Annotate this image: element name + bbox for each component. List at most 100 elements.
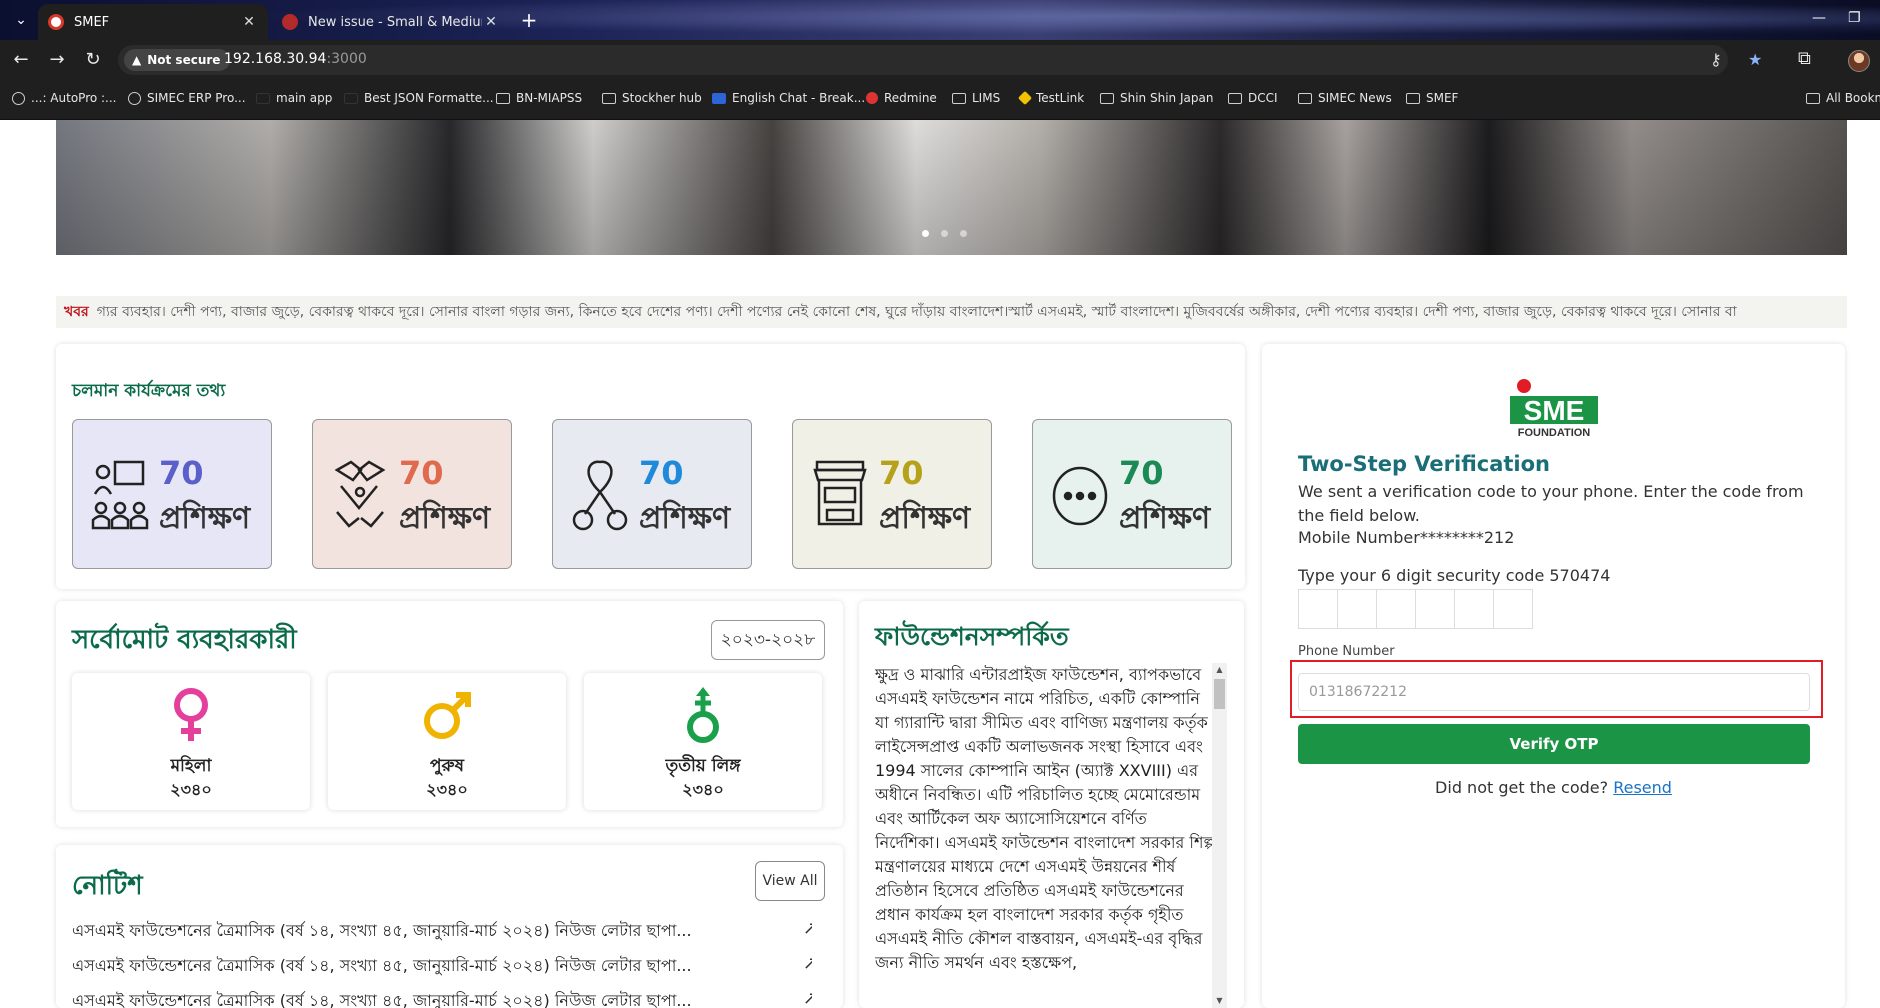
otp-digit-input[interactable] xyxy=(1493,589,1533,629)
news-ticker: খবর গ্যর ব্যবহার। দেশী পণ্য, বাজার জুড়ে… xyxy=(56,296,1847,328)
bookmark-folder[interactable]: SMEF xyxy=(1406,91,1458,105)
view-all-button[interactable]: View All xyxy=(755,861,825,901)
bookmark-item[interactable]: ...: AutoPro :... xyxy=(12,91,117,105)
close-tab-icon[interactable]: ✕ xyxy=(240,14,258,30)
bookmark-item[interactable]: SIMEC ERP Pro... xyxy=(128,91,246,105)
bookmark-item[interactable]: English Chat - Break... xyxy=(712,91,865,105)
new-tab-button[interactable]: + xyxy=(516,8,542,34)
program-tile[interactable]: 70 প্রশিক্ষণ xyxy=(1032,419,1232,569)
program-tile[interactable]: 70 প্রশিক্ষণ xyxy=(72,419,272,569)
url-port: :3000 xyxy=(326,51,367,67)
otp-digit-input[interactable] xyxy=(1454,589,1494,629)
tab-title: New issue - Small & Medium E xyxy=(308,14,482,30)
folder-icon xyxy=(1228,92,1242,104)
resend-link[interactable]: Resend xyxy=(1613,778,1672,797)
external-link-icon[interactable]: ↗ xyxy=(803,988,812,1008)
masked-mobile-number: Mobile Number********212 xyxy=(1298,528,1515,547)
carousel-indicators xyxy=(922,230,967,237)
user-stat-third-gender: তৃতীয় লিঙ্গ ২৩৪০ xyxy=(584,673,822,810)
security-chip[interactable]: ▲ Not secure xyxy=(124,49,231,71)
close-tab-icon[interactable]: ✕ xyxy=(482,14,500,30)
logo-text: SME xyxy=(1524,395,1585,426)
folder-icon xyxy=(1406,92,1420,104)
notice-card: নোটিশ View All এসএমই ফাউন্ডেশনের ত্রৈমাস… xyxy=(56,845,843,1008)
page-icon xyxy=(344,92,358,104)
carousel-dot[interactable] xyxy=(941,230,948,237)
shop-icon xyxy=(813,460,867,526)
program-label: প্রশিক্ষণ xyxy=(639,501,731,536)
bookmark-item[interactable]: Redmine xyxy=(866,91,937,105)
notice-item[interactable]: এসএমই ফাউন্ডেশনের ত্রৈমাসিক (বর্ষ ১৪, সং… xyxy=(72,918,812,945)
carousel-dot[interactable] xyxy=(960,230,967,237)
profile-avatar[interactable] xyxy=(1848,50,1870,72)
user-stat-count: ২৩৪০ xyxy=(426,780,468,799)
back-icon[interactable]: ← xyxy=(8,48,34,72)
tab-smef[interactable]: SMEF ✕ xyxy=(38,4,268,40)
tab-new-issue[interactable]: New issue - Small & Medium E ✕ xyxy=(272,4,510,40)
notice-item[interactable]: এসএমই ফাউন্ডেশনের ত্রৈমাসিক (বর্ষ ১৪, সং… xyxy=(72,988,812,1008)
restore-icon[interactable]: ❐ xyxy=(1848,10,1861,26)
bookmark-folder[interactable]: Stockher hub xyxy=(602,91,702,105)
training-people-icon xyxy=(91,460,149,530)
scroll-up-icon[interactable]: ▲ xyxy=(1212,663,1227,677)
bookmark-item[interactable]: Best JSON Formatte... xyxy=(344,91,494,105)
warning-icon: ▲ xyxy=(132,53,142,67)
verify-otp-button[interactable]: Verify OTP xyxy=(1298,724,1810,764)
about-scrollbar[interactable]: ▲ ▼ xyxy=(1212,663,1227,1008)
bookmark-folder[interactable]: DCCI xyxy=(1228,91,1278,105)
otp-digit-input[interactable] xyxy=(1376,589,1416,629)
year-range-badge[interactable]: ২০২৩-২০২৮ xyxy=(711,620,825,660)
user-stat-count: ২৩৪০ xyxy=(682,780,724,799)
bookmark-folder[interactable]: SIMEC News xyxy=(1298,91,1392,105)
user-stat-male: পুরুষ ২৩৪০ xyxy=(328,673,566,810)
otp-digit-input[interactable] xyxy=(1337,589,1377,629)
external-link-icon[interactable]: ↗ xyxy=(803,918,812,939)
program-label: প্রশিক্ষণ xyxy=(879,501,971,536)
tab-title: SMEF xyxy=(74,14,110,30)
otp-digit-input[interactable] xyxy=(1298,589,1338,629)
bookmark-item[interactable]: main app xyxy=(256,91,332,105)
address-bar[interactable]: ▲ Not secure 192.168.30.94:3000 ⚷ ★ xyxy=(118,45,1762,75)
external-link-icon[interactable]: ↗ xyxy=(803,953,812,974)
program-tile[interactable]: 70 প্রশিক্ষণ xyxy=(792,419,992,569)
ticker-label: খবর xyxy=(56,300,97,324)
carousel-dot[interactable] xyxy=(922,230,929,237)
minimize-icon[interactable]: — xyxy=(1812,10,1826,26)
program-count: 70 xyxy=(1119,454,1164,492)
bookmark-folder[interactable]: All Bookm xyxy=(1806,91,1880,105)
english-chat-icon xyxy=(712,92,726,104)
otp-digit-input[interactable] xyxy=(1415,589,1455,629)
bookmark-item[interactable]: TestLink xyxy=(1017,90,1084,106)
otp-title: Two-Step Verification xyxy=(1298,452,1551,476)
users-title: সর্বোমোট ব্যবহারকারী xyxy=(72,625,297,655)
program-tile[interactable]: 70 প্রশিক্ষণ xyxy=(312,419,512,569)
reload-icon[interactable]: ↻ xyxy=(80,48,106,72)
program-tile[interactable]: 70 প্রশিক্ষণ xyxy=(552,419,752,569)
bookmark-folder[interactable]: Shin Shin Japan xyxy=(1100,91,1213,105)
bookmark-folder[interactable]: LIMS xyxy=(952,91,1000,105)
notice-text: এসএমই ফাউন্ডেশনের ত্রৈমাসিক (বর্ষ ১৪, সং… xyxy=(72,991,692,1008)
forward-icon[interactable]: → xyxy=(44,48,70,72)
programs-title: চলমান কার্যক্রমের তথ্য xyxy=(72,381,226,401)
notice-item[interactable]: এসএমই ফাউন্ডেশনের ত্রৈমাসিক (বর্ষ ১৪, সং… xyxy=(72,953,812,980)
ribbon-icon xyxy=(572,460,628,531)
extensions-icon[interactable]: ⧉ xyxy=(1798,48,1811,69)
program-label: প্রশিক্ষণ xyxy=(1119,501,1211,536)
male-icon xyxy=(424,692,471,739)
password-key-icon[interactable]: ⚷ xyxy=(1710,50,1722,69)
phone-input-highlight-box xyxy=(1290,660,1823,718)
bookmark-star-icon[interactable]: ★ xyxy=(1748,50,1762,69)
scrollbar-thumb[interactable] xyxy=(1214,679,1225,709)
program-count: 70 xyxy=(639,454,684,492)
browser-toolbar: ← → ↻ ▲ Not secure 192.168.30.94:3000 ⚷ … xyxy=(0,40,1880,80)
scroll-down-icon[interactable]: ▼ xyxy=(1212,994,1227,1008)
logo-subtext: FOUNDATION xyxy=(1518,427,1591,439)
folder-icon xyxy=(1298,92,1312,104)
tab-search-chevron-icon[interactable]: ⌄ xyxy=(8,8,34,32)
bookmark-folder[interactable]: BN-MIAPSS xyxy=(496,91,582,105)
url-host: 192.168.30.94 xyxy=(224,51,327,67)
otp-description: We sent a verification code to your phon… xyxy=(1298,482,1804,525)
otp-code-inputs xyxy=(1298,589,1533,629)
resend-row: Did not get the code? Resend xyxy=(1262,778,1845,797)
female-icon xyxy=(174,688,208,741)
